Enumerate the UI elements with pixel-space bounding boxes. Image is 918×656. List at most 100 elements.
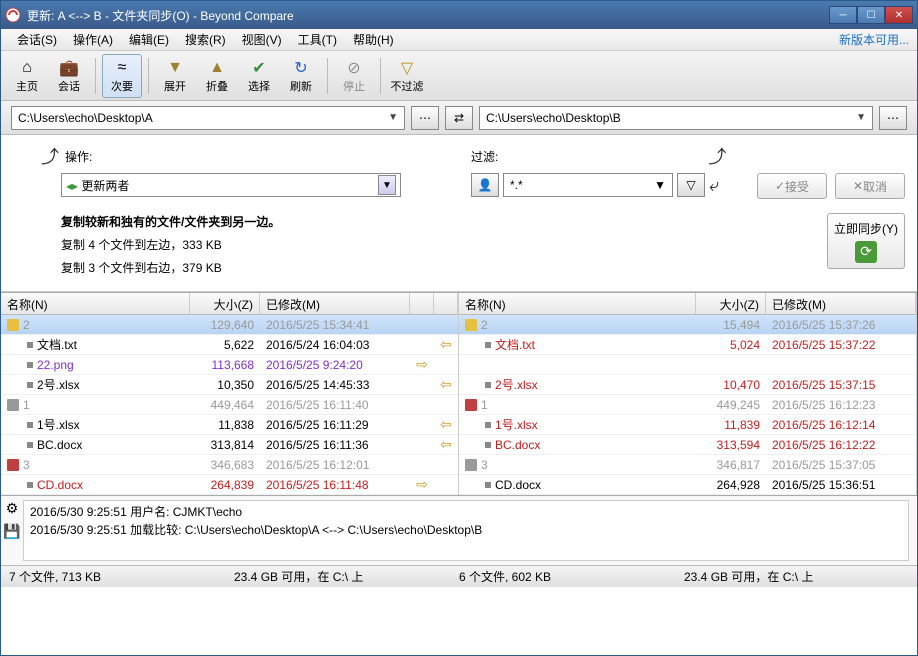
menu-tools[interactable]: 工具(T) [290, 29, 345, 50]
status-cell: 6 个文件, 602 KB [459, 568, 684, 585]
tb-home[interactable]: ⌂主页 [7, 54, 47, 98]
col-size[interactable]: 大小(Z) [190, 293, 260, 314]
folder-icon [7, 399, 19, 411]
tb-secondary[interactable]: ≈次要 [102, 54, 142, 98]
col-size[interactable]: 大小(Z) [696, 293, 766, 314]
menu-session[interactable]: 会话(S) [9, 29, 65, 50]
collapse-icon: ▲ [209, 58, 225, 78]
menu-view[interactable]: 视图(V) [234, 29, 290, 50]
table-row[interactable]: 3346,6832016/5/25 16:12:01 [1, 455, 458, 475]
menu-action[interactable]: 操作(A) [65, 29, 121, 50]
menu-edit[interactable]: 编辑(E) [121, 29, 177, 50]
check-icon: ✓ [775, 179, 785, 193]
tb-session[interactable]: 💼会话 [49, 54, 89, 98]
dropdown-icon[interactable]: ▼ [378, 175, 396, 195]
table-row[interactable]: 215,4942016/5/25 15:37:26 [459, 315, 916, 335]
table-row[interactable]: 1号.xlsx11,8392016/5/25 16:12:14 [459, 415, 916, 435]
file-icon [485, 442, 491, 448]
col-name[interactable]: 名称(N) [459, 293, 696, 314]
log-line: 2016/5/30 9:25:51 加载比较: C:\Users\echo\De… [30, 521, 902, 539]
status-cell: 23.4 GB 可用，在 C:\ 上 [234, 568, 459, 585]
dropdown-icon[interactable]: ▼ [856, 112, 866, 123]
maximize-button[interactable]: ☐ [857, 6, 885, 24]
table-row[interactable]: 2号.xlsx10,4702016/5/25 15:37:15 [459, 375, 916, 395]
path-row: C:\Users\echo\Desktop\A▼ ⋯ ⇄ C:\Users\ec… [1, 101, 917, 135]
home-icon: ⌂ [22, 58, 32, 78]
table-row[interactable]: 3346,8172016/5/25 15:37:05 [459, 455, 916, 475]
status-cell: 7 个文件, 713 KB [9, 568, 234, 585]
folder-icon [7, 319, 19, 331]
gear-icon[interactable]: ⚙ [6, 500, 19, 517]
desc-line: 复制 4 个文件到左边，333 KB [61, 234, 461, 257]
left-browse-button[interactable]: ⋯ [411, 106, 439, 130]
menu-help[interactable]: 帮助(H) [345, 29, 402, 50]
folder-icon [465, 319, 477, 331]
table-row[interactable]: 文档.txt5,0242016/5/25 15:37:22 [459, 335, 916, 355]
file-icon [485, 342, 491, 348]
folder-icon [465, 459, 477, 471]
dropdown-icon[interactable]: ▼ [388, 112, 398, 123]
check-icon: ✔ [252, 58, 265, 78]
table-row[interactable]: 2129,6402016/5/25 15:34:41 [1, 315, 458, 335]
menubar: 会话(S) 操作(A) 编辑(E) 搜索(R) 视图(V) 工具(T) 帮助(H… [1, 29, 917, 51]
col-date[interactable]: 已修改(M) [260, 293, 410, 314]
col-name[interactable]: 名称(N) [1, 293, 190, 314]
desc-line: 复制较新和独有的文件/文件夹到另一边。 [61, 211, 461, 234]
table-row[interactable]: BC.docx313,5942016/5/25 16:12:22 [459, 435, 916, 455]
file-icon [27, 342, 33, 348]
table-row[interactable]: CD.docx264,9282016/5/25 15:36:51 [459, 475, 916, 495]
right-path-input[interactable]: C:\Users\echo\Desktop\B▼ [479, 106, 873, 130]
sync-arrow-icon: ⇨ [410, 356, 434, 373]
file-icon [27, 442, 33, 448]
close-button[interactable]: ✕ [885, 6, 913, 24]
sync-arrow-icon: ⇦ [434, 336, 458, 353]
file-icon [485, 422, 491, 428]
table-row[interactable]: 文档.txt5,6222016/5/24 16:04:03⇦ [1, 335, 458, 355]
window-title: 更新: A <--> B - 文件夹同步(O) - Beyond Compare [27, 7, 829, 24]
table-row[interactable]: 1449,4642016/5/25 16:11:40 [1, 395, 458, 415]
table-row[interactable]: BC.docx313,8142016/5/25 16:11:36⇦ [1, 435, 458, 455]
table-row[interactable]: 1号.xlsx11,8382016/5/25 16:11:29⇦ [1, 415, 458, 435]
filter-input[interactable]: *.*▼ [503, 173, 673, 197]
table-row[interactable]: 22.png113,6682016/5/25 9:24:20⇨ [1, 355, 458, 375]
tb-refresh[interactable]: ↻刷新 [281, 54, 321, 98]
person-icon: 👤 [478, 178, 493, 192]
arrow-up-icon: ⤴ [41, 143, 59, 169]
tb-collapse[interactable]: ▲折叠 [197, 54, 237, 98]
sync-arrow-icon: ⇦ [434, 416, 458, 433]
left-path-input[interactable]: C:\Users\echo\Desktop\A▼ [11, 106, 405, 130]
swap-button[interactable]: ⇄ [445, 106, 473, 130]
sync-now-button[interactable]: 立即同步(Y) ⟳ [827, 213, 905, 269]
menu-search[interactable]: 搜索(R) [177, 29, 234, 50]
file-icon [485, 482, 491, 488]
approx-icon: ≈ [118, 58, 127, 78]
dropdown-icon[interactable]: ▼ [654, 178, 666, 192]
file-icon [27, 422, 33, 428]
refresh-icon: ↻ [294, 58, 307, 78]
tb-select[interactable]: ✔选择 [239, 54, 279, 98]
table-row[interactable]: CD.docx264,8392016/5/25 16:11:48⇨ [1, 475, 458, 495]
log-text[interactable]: 2016/5/30 9:25:51 用户名: CJMKT\echo 2016/5… [23, 500, 909, 561]
save-icon[interactable]: 💾 [3, 523, 20, 540]
new-version-link[interactable]: 新版本可用... [839, 31, 909, 48]
table-row[interactable] [459, 355, 916, 375]
cancel-button[interactable]: ✕ 取消 [835, 173, 905, 199]
funnel-icon: ▽ [401, 58, 413, 78]
tb-expand[interactable]: ▼展开 [155, 54, 195, 98]
op-label: 操作: [65, 148, 92, 165]
tb-stop: ⊘停止 [334, 54, 374, 98]
filter-apply-button[interactable]: ▽ [677, 173, 705, 197]
table-row[interactable]: 1449,2452016/5/25 16:12:23 [459, 395, 916, 415]
operation-select[interactable]: ◂▸ 更新两者 ▼ [61, 173, 401, 197]
right-browse-button[interactable]: ⋯ [879, 106, 907, 130]
tb-nofilter[interactable]: ▽不过滤 [387, 54, 427, 98]
mid-panel: ⤴ 操作: ◂▸ 更新两者 ▼ 复制较新和独有的文件/文件夹到另一边。 复制 4 … [1, 135, 917, 292]
folder-icon [7, 459, 19, 471]
col-date[interactable]: 已修改(M) [766, 293, 916, 314]
accept-button[interactable]: ✓ 接受 [757, 173, 827, 199]
file-icon [27, 482, 33, 488]
filter-presets-button[interactable]: 👤 [471, 173, 499, 197]
table-row[interactable]: 2号.xlsx10,3502016/5/25 14:45:33⇦ [1, 375, 458, 395]
minimize-button[interactable]: ─ [829, 6, 857, 24]
filter-label: 过滤: [471, 148, 498, 165]
